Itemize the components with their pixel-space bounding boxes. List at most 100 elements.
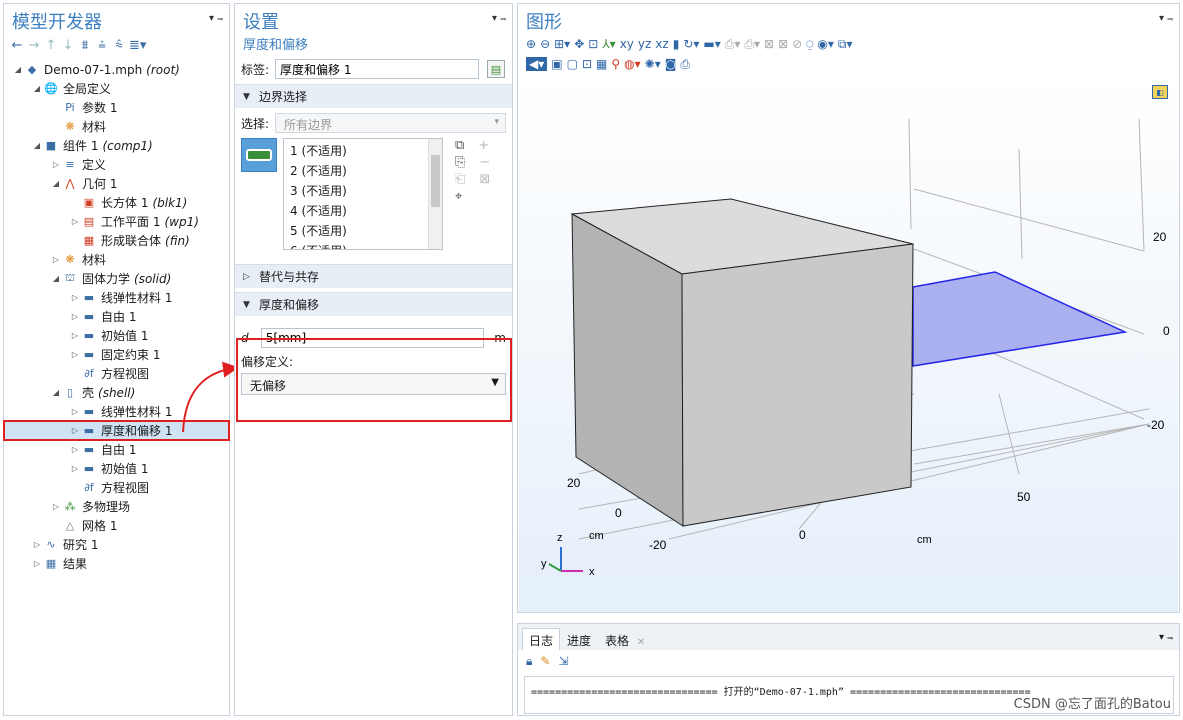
paste-selection-icon[interactable]: ⧉ (455, 138, 464, 153)
boundary-list-item[interactable]: 1 (不适用) (284, 139, 442, 159)
tree-node[interactable]: ▦ 形成联合体 (fin) (4, 231, 229, 250)
active-toggle-button[interactable] (241, 138, 277, 172)
collapse-arrow-icon[interactable]: ◢ (50, 388, 62, 397)
tree-node[interactable]: ∂f 方程视图 (4, 478, 229, 497)
clear-icon[interactable]: ✎ (540, 654, 550, 669)
select-mode-icon[interactable]: ◀▾ (526, 57, 548, 71)
collapse-arrow-icon[interactable]: ◢ (31, 141, 43, 150)
expand-arrow-icon[interactable]: ▷ (69, 331, 81, 340)
pane-menu-icon[interactable]: ▾ ⫬ (492, 13, 506, 24)
scene-3d[interactable]: 20 0 -20 20 0 -20 cm 0 50 cm z x y (519, 79, 1178, 612)
zoom-selection-icon[interactable]: ⊠ (479, 172, 490, 187)
tree-node[interactable]: ▷ ▬ 初始值 1 (4, 459, 229, 478)
listbox-scrollbar[interactable] (428, 139, 442, 249)
zoom-out-icon[interactable]: ⊖ (540, 37, 550, 51)
deselect-icon[interactable]: ⊠ (778, 37, 788, 51)
tree-node[interactable]: ▷ ▤ 工作平面 1 (wp1) (4, 212, 229, 231)
tab-progress[interactable]: 进度 (560, 628, 598, 650)
select-icon[interactable]: ⊠ (764, 37, 774, 51)
tree-node[interactable]: Pi 参数 1 (4, 98, 229, 117)
view-xy-icon[interactable]: xy (620, 37, 634, 51)
clear-selection-icon[interactable]: ⎗ (455, 172, 465, 187)
scene-light-icon[interactable]: ▬▾ (703, 37, 720, 51)
zoom-in-icon[interactable]: ⊕ (526, 37, 536, 51)
boundary-listbox[interactable]: 1 (不适用)2 (不适用)3 (不适用)4 (不适用)5 (不适用)6 (不适… (283, 138, 443, 250)
tree-node[interactable]: ◢ ⛫ 固体力学 (solid) (4, 269, 229, 288)
show-icon[interactable]: ⩩ (78, 38, 92, 53)
refresh-icon[interactable]: ✺▾ (645, 57, 661, 71)
tree-node[interactable]: ◢ ⋀ 几何 1 (4, 174, 229, 193)
color-icon[interactable]: ◍▾ (624, 57, 641, 71)
printer-icon[interactable]: ⎙ (680, 57, 690, 72)
tree-node[interactable]: ◢ 🌐 全局定义 (4, 79, 229, 98)
center-icon[interactable]: ✥ (574, 37, 584, 51)
zoom-box-icon[interactable]: ⊞▾ (554, 37, 570, 51)
collapse-all-icon[interactable]: ⩮ (95, 38, 109, 53)
boundary-list-item[interactable]: 5 (不适用) (284, 219, 442, 239)
boundary-list-item[interactable]: 4 (不适用) (284, 199, 442, 219)
view-yz-icon[interactable]: yz (638, 37, 651, 51)
render-icon[interactable]: ⎙▾ (744, 37, 760, 52)
boundary-list-item[interactable]: 6 (不适用) (284, 239, 442, 249)
tree-node[interactable]: ▷ ≡ 定义 (4, 155, 229, 174)
pane-menu-icon[interactable]: ▾ ⫬ (1159, 13, 1173, 24)
expand-arrow-icon[interactable]: ▷ (69, 312, 81, 321)
zoom-extents-icon[interactable]: ⊡ (588, 37, 598, 51)
axes-icon[interactable]: ⅄▾ (602, 37, 615, 51)
move-up-icon[interactable]: ↑ (44, 38, 58, 53)
tree-node[interactable]: ▣ 长方体 1 (blk1) (4, 193, 229, 212)
tree-node[interactable]: ▷ ∿ 研究 1 (4, 535, 229, 554)
export-icon[interactable]: ⇲ (558, 654, 568, 669)
back-arrow-icon[interactable]: ← (10, 38, 24, 53)
print-icon[interactable]: ⎙▾ (725, 37, 741, 52)
expand-arrow-icon[interactable]: ▷ (69, 350, 81, 359)
collapse-arrow-icon[interactable]: ◢ (12, 65, 24, 74)
menu-list-icon[interactable]: ≣▾ (129, 38, 146, 53)
section-boundary-selection[interactable]: ▼ 边界选择 (235, 84, 512, 108)
view-options-icon[interactable]: ◉▾ (817, 37, 834, 51)
expand-arrow-icon[interactable]: ▷ (50, 160, 62, 169)
select-boundary-icon[interactable]: ▣ (551, 57, 562, 71)
tree-node[interactable]: ▷ ▬ 自由 1 (4, 440, 229, 459)
offset-dropdown[interactable]: 无偏移 ▼ (241, 373, 506, 395)
hide-icon[interactable]: ⊘ (792, 37, 802, 51)
tree-node[interactable]: ▷ ▦ 结果 (4, 554, 229, 573)
move-down-icon[interactable]: ↓ (61, 38, 75, 53)
expand-arrow-icon[interactable]: ▷ (50, 502, 62, 511)
tree-node[interactable]: ▷ ▬ 自由 1 (4, 307, 229, 326)
expand-all-icon[interactable]: ⩯ (112, 38, 126, 53)
expand-arrow-icon[interactable]: ▷ (69, 464, 81, 473)
tree-node[interactable]: ▷ ▬ 线弹性材料 1 (4, 288, 229, 307)
lock-icon[interactable]: 🔒︎ (526, 654, 532, 669)
select-point-icon[interactable]: ⊡ (582, 57, 592, 71)
locate-selection-icon[interactable]: ⌖ (455, 189, 462, 204)
select-all-icon[interactable]: ▦ (596, 57, 607, 71)
expand-arrow-icon[interactable]: ▷ (69, 293, 81, 302)
collapse-arrow-icon[interactable]: ◢ (50, 179, 62, 188)
scrollbar-thumb[interactable] (431, 155, 440, 207)
camera-icon[interactable]: ◙ (665, 57, 677, 71)
expand-arrow-icon[interactable]: ▷ (69, 407, 81, 416)
pane-menu-icon[interactable]: ▾ ⫬ (209, 13, 223, 24)
scene-light-toggle-icon[interactable]: ◧ (1152, 85, 1168, 99)
boundary-list-item[interactable]: 2 (不适用) (284, 159, 442, 179)
expand-arrow-icon[interactable]: ▷ (50, 255, 62, 264)
tab-table[interactable]: 表格 ✕ (598, 628, 652, 650)
remove-icon[interactable]: − (479, 155, 490, 170)
boundary-list-item[interactable]: 3 (不适用) (284, 179, 442, 199)
expand-arrow-icon[interactable]: ▷ (31, 540, 43, 549)
graphics-viewport[interactable]: 20 0 -20 20 0 -20 cm 0 50 cm z x y ◧ (519, 79, 1178, 612)
expand-arrow-icon[interactable]: ▷ (69, 217, 81, 226)
wireframe-icon[interactable]: ⍜ (806, 37, 813, 52)
add-icon[interactable]: + (478, 138, 489, 153)
collapse-arrow-icon[interactable]: ◢ (31, 84, 43, 93)
tree-node[interactable]: △ 网格 1 (4, 516, 229, 535)
rotate-icon[interactable]: ↻▾ (683, 37, 699, 51)
node-note-icon[interactable]: ▤ (487, 60, 505, 78)
view-3d-icon[interactable]: ▮ (673, 37, 680, 51)
forward-arrow-icon[interactable]: → (27, 38, 41, 53)
close-icon[interactable]: ✕ (637, 637, 645, 648)
tree-node[interactable]: ▷ ❋ 材料 (4, 250, 229, 269)
pane-menu-icon[interactable]: ▾ ⫬ (1159, 632, 1173, 643)
transparency-icon[interactable]: ⚲ (611, 57, 620, 71)
